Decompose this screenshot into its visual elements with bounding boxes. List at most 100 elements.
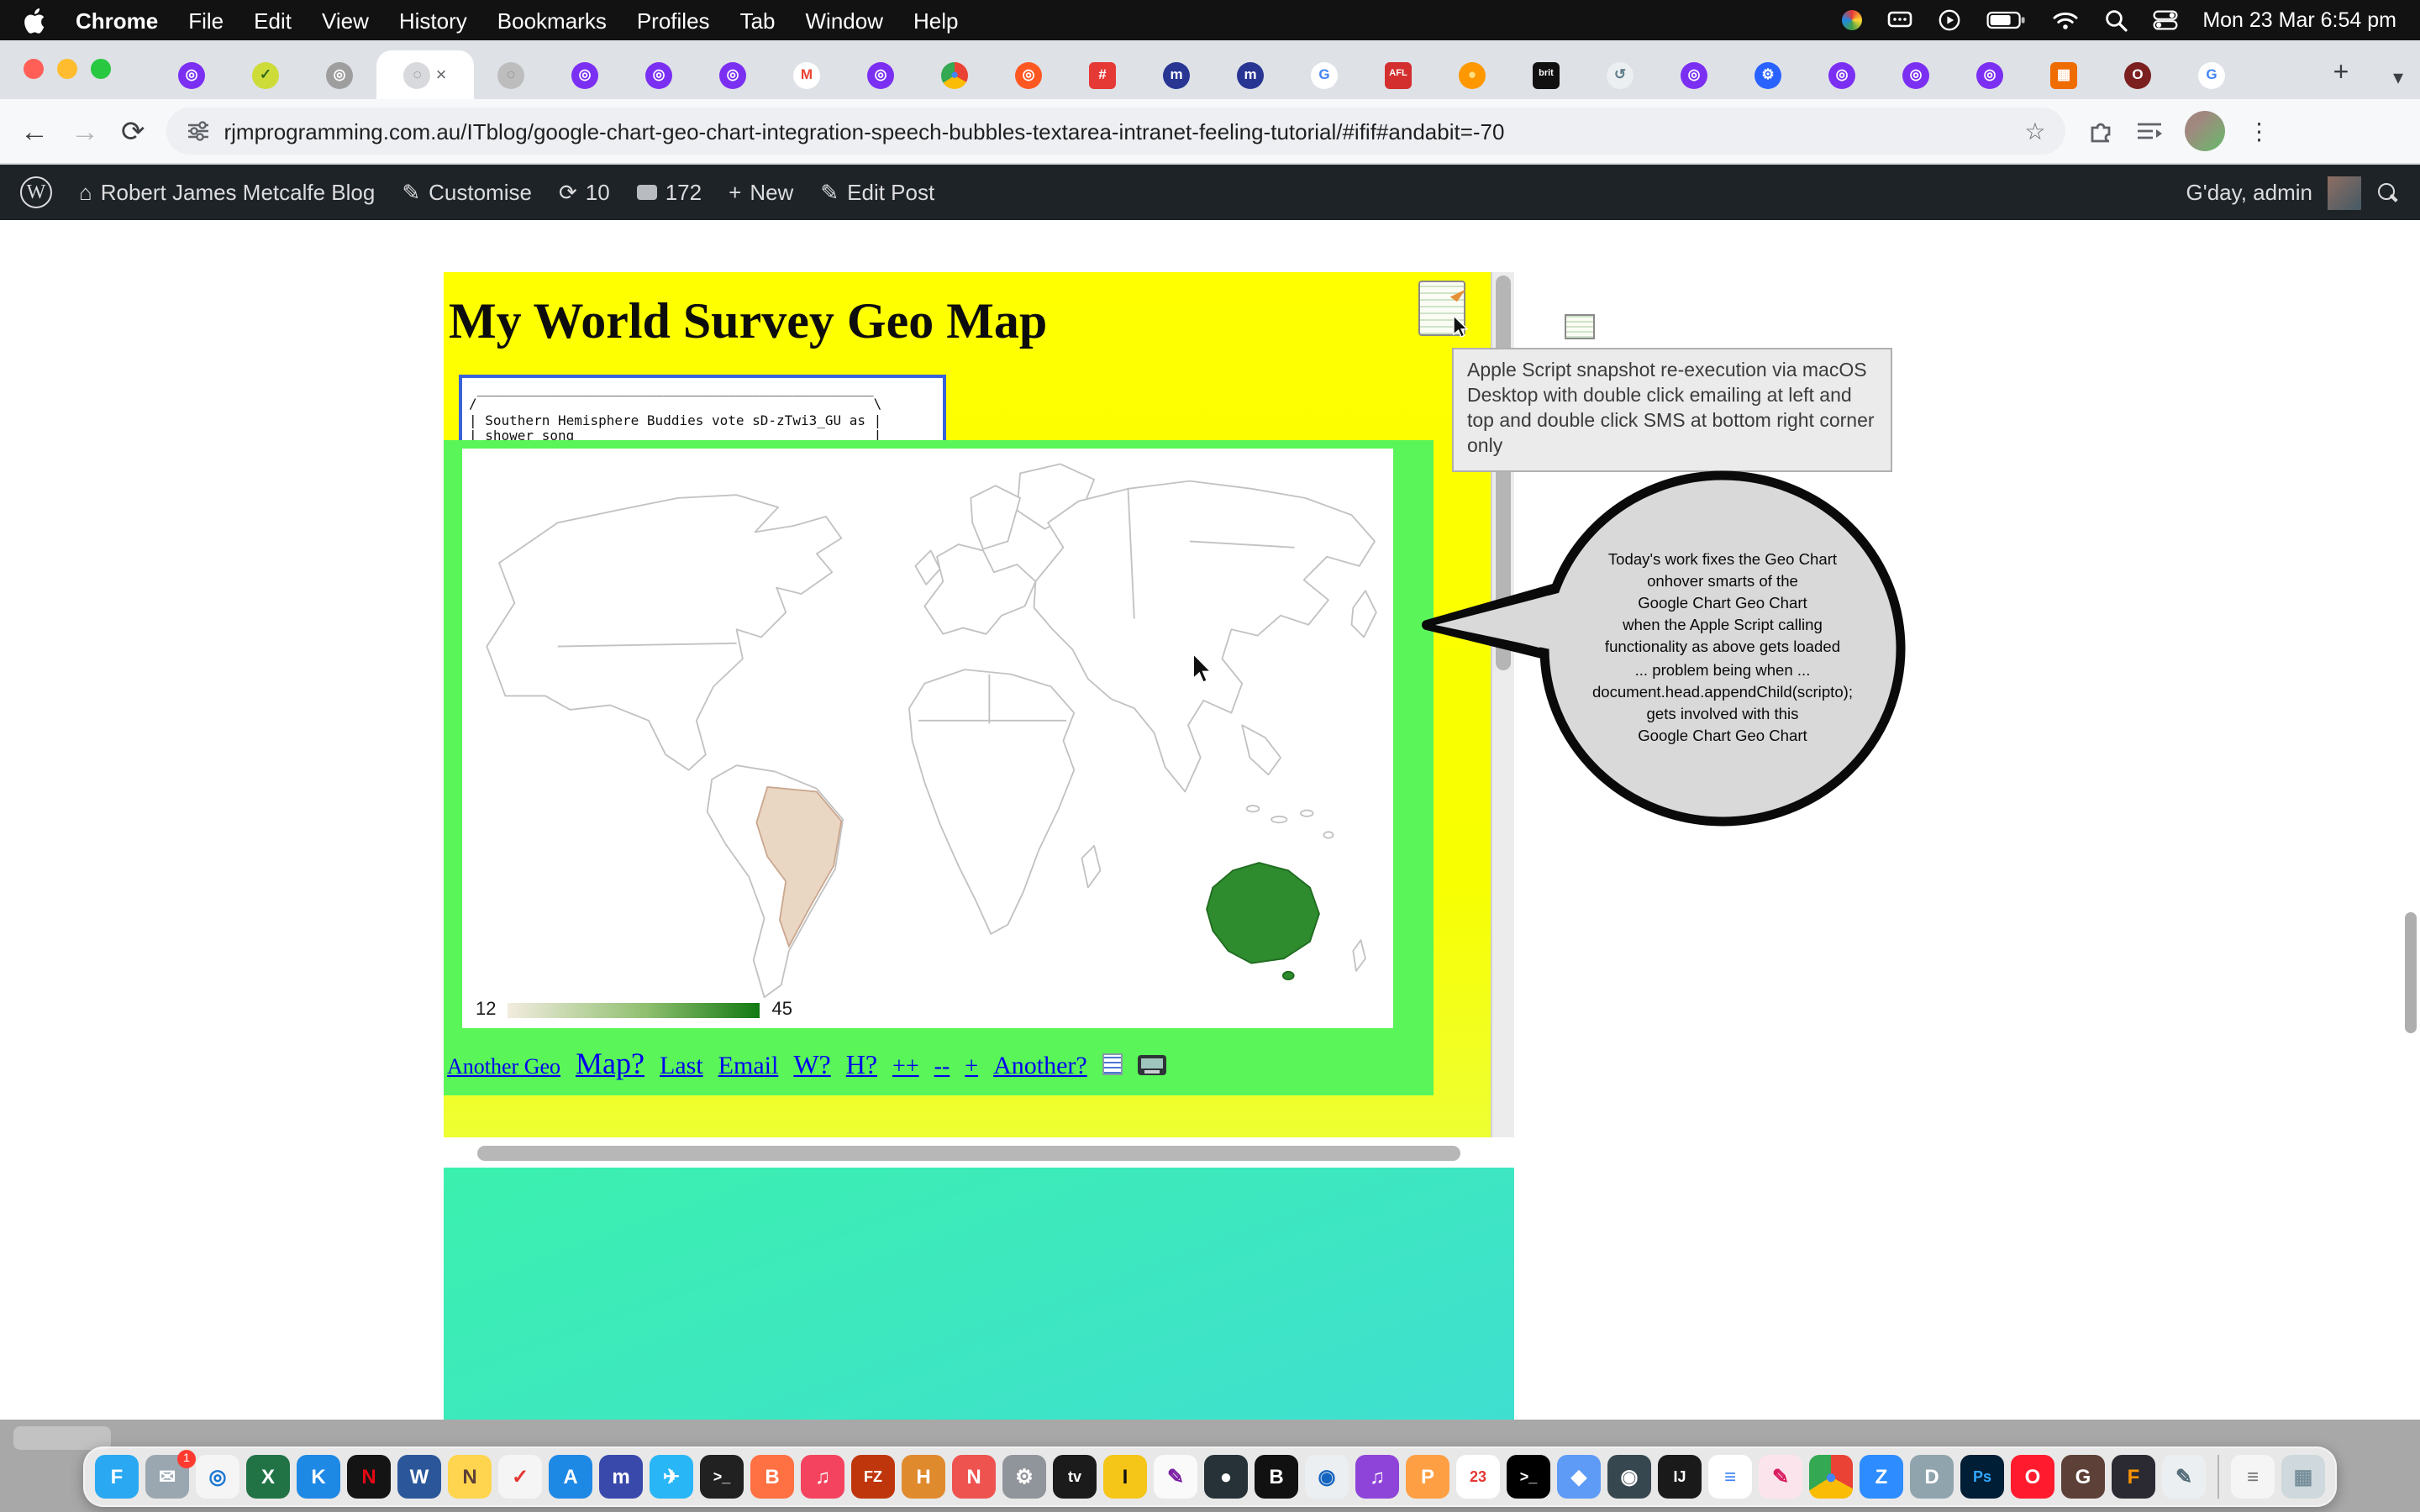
wp-logo-icon[interactable]: W [20,176,52,208]
zoom-window-button[interactable] [91,59,111,79]
tab-6[interactable]: ◎ [622,50,696,99]
dock-chrome[interactable]: ● [1809,1455,1853,1499]
dock-filezilla[interactable]: FZ [851,1455,895,1499]
link--[interactable]: -- [934,1055,950,1082]
tab-1[interactable]: ✓ [229,50,302,99]
tab-11[interactable]: ◎ [992,50,1065,99]
menubar-item-edit[interactable]: Edit [254,8,292,33]
screen-icon[interactable] [1138,1054,1166,1074]
window-vertical-scrollbar-thumb[interactable] [2405,912,2417,1033]
forward-button[interactable]: → [71,117,99,145]
dock-iterm[interactable]: >_ [700,1455,744,1499]
applescript-snapshot-icon[interactable] [1418,281,1465,336]
menubar-item-file[interactable]: File [188,8,224,33]
region-australia[interactable] [1207,863,1319,979]
wp-site-menu[interactable]: ⌂ Robert James Metcalfe Blog [79,180,375,205]
menubar-item-view[interactable]: View [322,8,369,33]
dock-zoom[interactable]: Z [1860,1455,1903,1499]
dock-app-store[interactable]: A [549,1455,592,1499]
tab-17[interactable]: ● [1435,50,1509,99]
tab-18[interactable]: brit [1509,50,1583,99]
snapshot-thumbnail-icon[interactable] [1565,314,1595,339]
tab-23[interactable]: ◎ [1879,50,1953,99]
minimize-window-button[interactable] [57,59,77,79]
dock-books[interactable]: B [750,1455,794,1499]
dock-notes[interactable]: N [448,1455,492,1499]
wp-avatar[interactable] [2328,176,2361,209]
iframe-horizontal-scrollbar-thumb[interactable] [477,1146,1460,1161]
dock-news[interactable]: N [952,1455,996,1499]
wp-greeting[interactable]: G'day, admin [2186,180,2312,205]
tab-14[interactable]: m [1213,50,1287,99]
dock-mastodon[interactable]: m [599,1455,643,1499]
tab-9[interactable]: ◎ [844,50,918,99]
dock-homebrew[interactable]: H [902,1455,945,1499]
wp-updates[interactable]: ⟳ 10 [559,179,610,206]
dock-gimp[interactable]: G [2061,1455,2105,1499]
media-queue-icon[interactable] [2137,119,2164,143]
dock-calendar[interactable]: 23 [1456,1455,1500,1499]
dock-mail[interactable]: ✉1 [145,1455,189,1499]
tab-19[interactable]: ↺ [1583,50,1657,99]
tab-22[interactable]: ◎ [1805,50,1879,99]
tab-25[interactable]: ▦ [2027,50,2101,99]
tab-active[interactable]: ◌× [376,50,474,99]
dock-docs[interactable]: ≡ [1708,1455,1752,1499]
dock-apple-tv[interactable]: tv [1053,1455,1097,1499]
tab-15[interactable]: G [1287,50,1361,99]
menubar-item-tab[interactable]: Tab [740,8,776,33]
wp-search-icon[interactable] [2376,181,2400,204]
tab-2[interactable]: ◎ [302,50,376,99]
dock-pencil-tool[interactable]: ✎ [2162,1455,2206,1499]
list-icon[interactable] [1102,1053,1123,1075]
dock-onyx[interactable]: ● [1204,1455,1248,1499]
menubar-item-profiles[interactable]: Profiles [637,8,710,33]
dock-pages[interactable]: P [1406,1455,1449,1499]
dock-shortcuts[interactable]: ◆ [1557,1455,1601,1499]
menubar-item-history[interactable]: History [399,8,467,33]
dock-compass[interactable]: ◉ [1305,1455,1349,1499]
url-text[interactable]: rjmprogramming.com.au/ITblog/google-char… [224,118,2012,144]
dock-terminal[interactable]: >_ [1507,1455,1550,1499]
dock-finder[interactable]: F [95,1455,139,1499]
apple-menu-icon[interactable] [24,8,45,33]
dock-telegram[interactable]: ✈ [650,1455,693,1499]
dock-reminders[interactable]: ✓ [498,1455,542,1499]
new-tab-button[interactable]: + [2319,52,2363,96]
chrome-menu-icon[interactable]: ⋮ [2248,117,2271,145]
extensions-icon[interactable] [2088,118,2115,144]
tab-24[interactable]: ◎ [1953,50,2027,99]
dock-freeform[interactable]: ✎ [1154,1455,1197,1499]
link-email[interactable]: Email [718,1053,779,1082]
dock-keynote[interactable]: K [297,1455,340,1499]
link-w-[interactable]: W? [793,1052,830,1082]
wp-comments[interactable]: 172 [637,180,702,205]
link--[interactable]: ++ [892,1055,919,1082]
link--[interactable]: + [965,1055,978,1082]
dock-settings[interactable]: ⚙ [1002,1455,1046,1499]
tab-8[interactable]: M [770,50,844,99]
world-map-svg[interactable] [462,449,1393,1028]
tab-26[interactable]: O [2101,50,2175,99]
dock-imdb[interactable]: I [1103,1455,1147,1499]
tab-12[interactable]: # [1065,50,1139,99]
wp-new[interactable]: + New [729,180,793,205]
dock-intellij[interactable]: IJ [1658,1455,1702,1499]
address-bar[interactable]: rjmprogramming.com.au/ITblog/google-char… [167,108,2066,155]
dock-excel[interactable]: X [246,1455,290,1499]
profile-avatar[interactable] [2186,111,2226,151]
keyboard-icon[interactable] [1886,10,1912,30]
now-playing-icon[interactable] [1937,8,1960,32]
battery-icon[interactable] [1986,10,2026,30]
dock-sketch[interactable]: ✎ [1759,1455,1802,1499]
link-h-[interactable]: H? [846,1052,877,1082]
dock-word[interactable]: W [397,1455,441,1499]
window-vertical-scrollbar[interactable] [2403,220,2418,1420]
tab-4[interactable]: ◌ [474,50,548,99]
close-tab-icon[interactable]: × [436,65,447,85]
spotlight-icon[interactable] [2103,8,2127,32]
menubar-item-help[interactable]: Help [913,8,959,33]
dock-dropbox[interactable]: D [1910,1455,1954,1499]
link-last[interactable]: Last [660,1053,703,1082]
dock-safari[interactable]: ◎ [196,1455,239,1499]
